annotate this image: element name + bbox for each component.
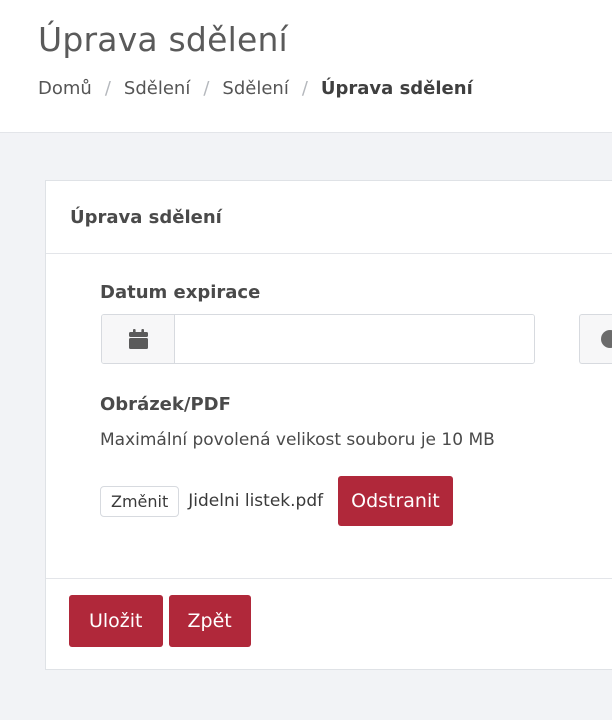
expiry-date-input[interactable]	[175, 315, 534, 363]
remove-file-button[interactable]: Odstranit	[338, 476, 453, 526]
breadcrumb-messages-list[interactable]: Sdělení	[222, 78, 288, 99]
attachment-file-name: Jidelni listek.pdf	[188, 491, 324, 511]
breadcrumb-messages[interactable]: Sdělení	[124, 78, 190, 99]
page-title: Úprava sdělení	[38, 20, 288, 59]
breadcrumb-separator: /	[104, 78, 111, 99]
edit-message-card: Úprava sdělení Datum expirace Obrázek/PD…	[45, 180, 612, 670]
card-footer: Uložit Zpět	[69, 595, 251, 647]
save-button[interactable]: Uložit	[69, 595, 163, 647]
calendar-icon-glyph	[128, 329, 148, 349]
expiry-date-label: Datum expirace	[100, 282, 261, 303]
attachment-help-text: Maximální povolená velikost souboru je 1…	[100, 430, 495, 450]
breadcrumb: Domů / Sdělení / Sdělení / Úprava sdělen…	[38, 78, 473, 99]
expiry-time-field[interactable]	[579, 314, 612, 364]
page-header: Úprava sdělení Domů / Sdělení / Sdělení …	[0, 0, 612, 133]
breadcrumb-separator: /	[203, 78, 210, 99]
card-header: Úprava sdělení	[46, 181, 612, 254]
card-body: Datum expirace Obrázek/PDF Maximální pov…	[46, 254, 612, 579]
attachment-label: Obrázek/PDF	[100, 394, 231, 415]
change-file-button[interactable]: Změnit	[100, 485, 180, 517]
breadcrumb-home[interactable]: Domů	[38, 78, 92, 99]
breadcrumb-current: Úprava sdělení	[320, 78, 473, 99]
clock-icon	[601, 330, 612, 348]
back-button[interactable]: Zpět	[168, 595, 251, 647]
expiry-date-field	[101, 314, 535, 364]
attachment-row: Změnit Jidelni listek.pdf Odstranit	[100, 476, 453, 526]
breadcrumb-separator: /	[301, 78, 308, 99]
calendar-icon[interactable]	[102, 315, 175, 363]
card-title: Úprava sdělení	[70, 206, 222, 228]
